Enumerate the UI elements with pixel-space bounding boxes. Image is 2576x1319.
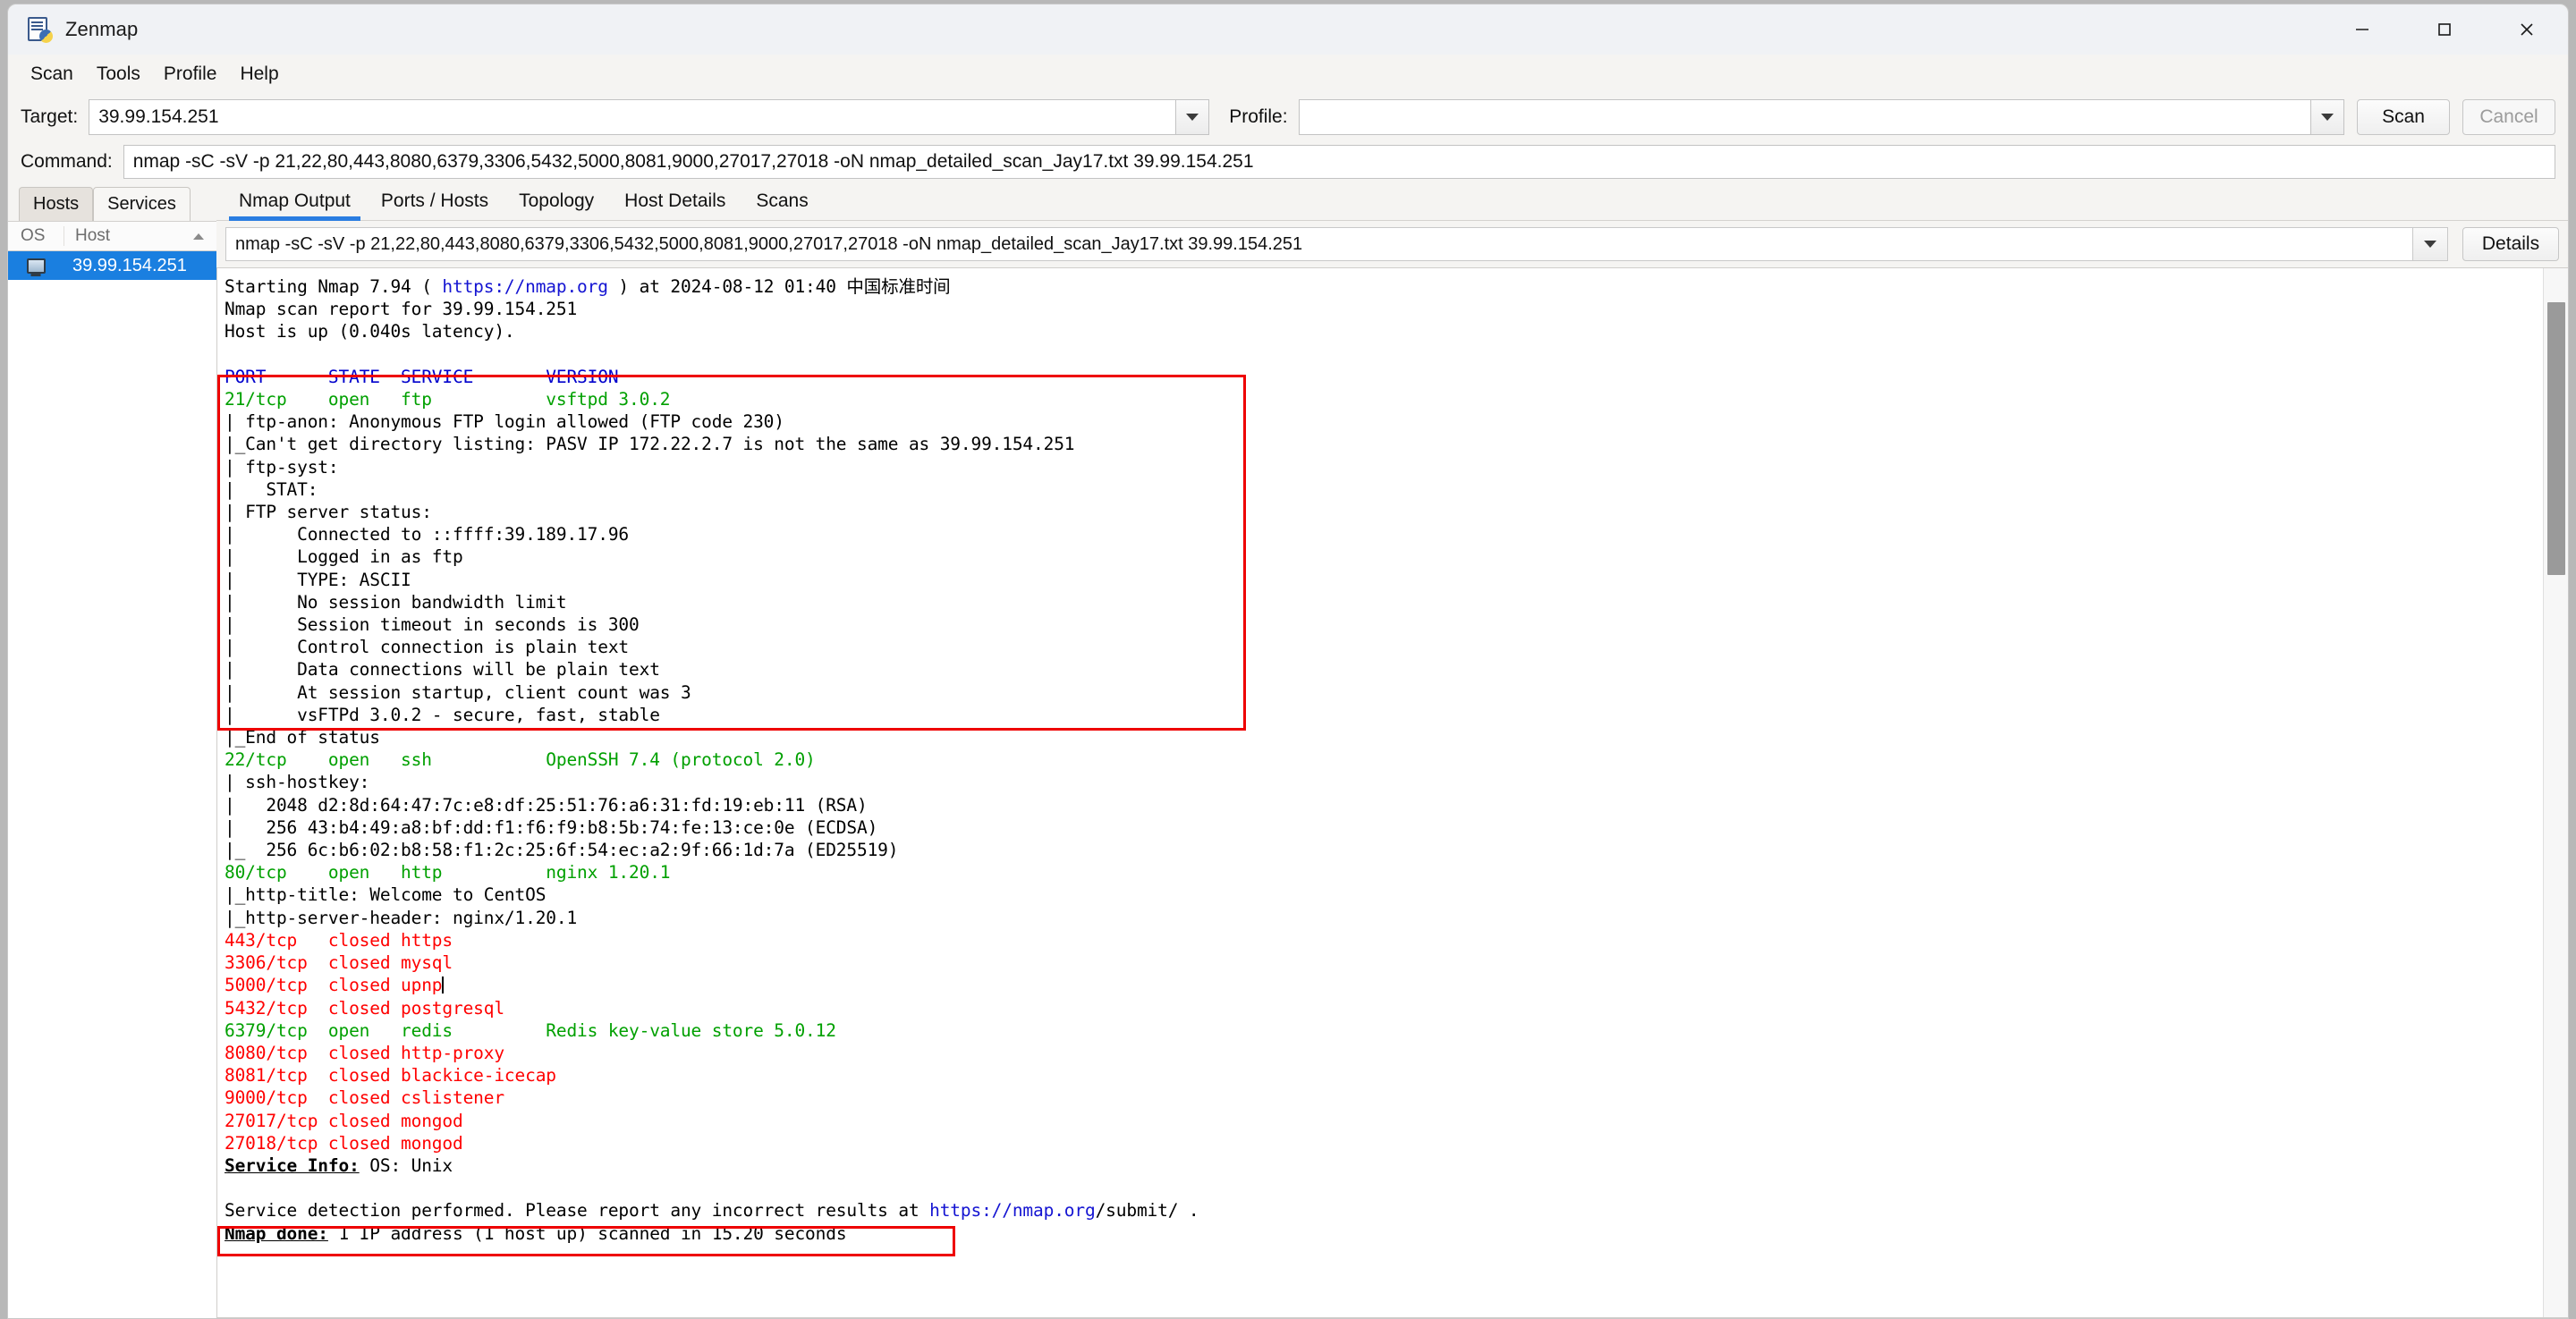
sort-ascending-icon[interactable]: [193, 233, 204, 240]
nmap-output-area: Starting Nmap 7.94 ( https://nmap.org ) …: [216, 267, 2568, 1318]
hosts-services-tabs: Hosts Services: [8, 183, 216, 221]
zenmap-window: Zenmap Scan Tools Profile Help Target: 3…: [7, 4, 2569, 1319]
nmap-output-text[interactable]: Starting Nmap 7.94 ( https://nmap.org ) …: [217, 268, 2543, 1317]
command-row: Command:: [21, 140, 2555, 183]
window-controls: [2321, 4, 2568, 55]
column-header-host[interactable]: Host: [64, 226, 216, 246]
output-vertical-scrollbar[interactable]: [2543, 268, 2568, 1317]
terminal-text: Starting Nmap 7.94 ( https://nmap.org ) …: [225, 276, 1199, 1244]
menu-help[interactable]: Help: [228, 58, 290, 90]
menu-scan[interactable]: Scan: [19, 58, 85, 90]
host-list: 39.99.154.251: [8, 251, 216, 1318]
cancel-button: Cancel: [2462, 99, 2555, 135]
profile-combo[interactable]: [1298, 99, 2344, 135]
profile-input[interactable]: [1298, 99, 2310, 135]
maximize-icon[interactable]: [2403, 4, 2486, 55]
output-command-input[interactable]: [225, 227, 2412, 261]
right-panel: Nmap Output Ports / Hosts Topology Host …: [216, 183, 2568, 1318]
menu-profile[interactable]: Profile: [152, 58, 229, 90]
profile-label: Profile:: [1229, 106, 1288, 127]
host-list-item[interactable]: 39.99.154.251: [8, 251, 216, 280]
output-command-row: Details: [216, 221, 2568, 267]
close-icon[interactable]: [2486, 4, 2568, 55]
monitor-icon: [8, 258, 64, 274]
details-button[interactable]: Details: [2462, 227, 2559, 261]
target-label: Target:: [21, 106, 79, 127]
profile-dropdown-arrow-icon[interactable]: [2310, 99, 2344, 135]
tab-services[interactable]: Services: [93, 187, 191, 221]
left-panel: Hosts Services OS Host 39.99.154.251: [8, 183, 216, 1318]
main-body: Hosts Services OS Host 39.99.154.251 Nma: [8, 183, 2568, 1318]
output-command-combo[interactable]: [225, 227, 2448, 261]
tab-hosts[interactable]: Hosts: [19, 187, 94, 221]
scan-button[interactable]: Scan: [2357, 99, 2450, 135]
minimize-icon[interactable]: [2321, 4, 2403, 55]
tab-ports-hosts[interactable]: Ports / Hosts: [366, 185, 504, 220]
target-combo[interactable]: [89, 99, 1210, 135]
host-ip-label: 39.99.154.251: [72, 255, 187, 275]
command-input[interactable]: [123, 145, 2555, 179]
output-command-dropdown-arrow-icon[interactable]: [2412, 227, 2448, 261]
tab-topology[interactable]: Topology: [504, 185, 609, 220]
column-header-os[interactable]: OS: [8, 226, 64, 246]
tab-nmap-output[interactable]: Nmap Output: [224, 185, 366, 221]
window-title: Zenmap: [65, 18, 139, 40]
target-row: Target: Profile: Scan Cancel: [21, 94, 2555, 140]
tab-scans[interactable]: Scans: [741, 185, 823, 220]
menu-bar: Scan Tools Profile Help: [8, 55, 2568, 94]
command-label: Command:: [21, 151, 113, 172]
output-scrollbar-thumb[interactable]: [2547, 302, 2565, 575]
main-tab-bar: Nmap Output Ports / Hosts Topology Host …: [216, 183, 2568, 221]
column-header-host-label: Host: [75, 226, 111, 245]
tab-host-details[interactable]: Host Details: [609, 185, 741, 220]
target-dropdown-arrow-icon[interactable]: [1175, 99, 1210, 135]
scan-toolbar: Target: Profile: Scan Cancel Command:: [8, 94, 2568, 183]
menu-tools[interactable]: Tools: [85, 58, 152, 90]
zenmap-app-icon: [26, 16, 53, 43]
host-list-header: OS Host: [8, 221, 216, 251]
title-bar: Zenmap: [8, 4, 2568, 55]
target-input[interactable]: [89, 99, 1176, 135]
